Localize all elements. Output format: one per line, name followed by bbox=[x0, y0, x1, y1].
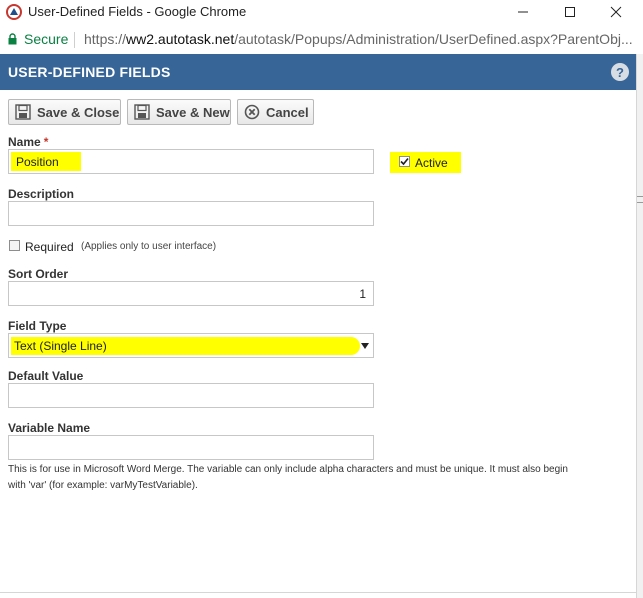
sort-order-label: Sort Order bbox=[8, 267, 69, 281]
window-title: User-Defined Fields - Google Chrome bbox=[28, 4, 247, 19]
required-label: Required bbox=[25, 240, 74, 254]
name-label: Name * bbox=[8, 135, 48, 149]
name-value: Position bbox=[16, 155, 59, 169]
url-scheme: https:// bbox=[84, 31, 127, 47]
lock-icon bbox=[8, 33, 17, 45]
edge-mark bbox=[637, 196, 643, 197]
required-marker: * bbox=[43, 135, 49, 149]
description-label: Description bbox=[8, 187, 75, 201]
edge-mark bbox=[637, 202, 643, 203]
page-header: USER-DEFINED FIELDS ? bbox=[0, 54, 636, 90]
description-input[interactable] bbox=[8, 201, 374, 226]
floppy-disk-icon bbox=[134, 104, 150, 120]
field-type-select[interactable]: Text (Single Line) bbox=[8, 333, 374, 358]
minimize-button[interactable] bbox=[500, 0, 546, 24]
cancel-button[interactable]: Cancel bbox=[237, 99, 314, 125]
page-title: USER-DEFINED FIELDS bbox=[8, 64, 171, 80]
url-path: /autotask/Popups/Administration/UserDefi… bbox=[234, 31, 633, 47]
address-separator bbox=[74, 32, 75, 48]
help-icon[interactable]: ? bbox=[611, 63, 629, 81]
address-bar[interactable]: Secure https://ww2.autotask.net/autotask… bbox=[0, 24, 643, 55]
checkmark-icon bbox=[400, 157, 409, 166]
variable-name-label: Variable Name bbox=[8, 421, 91, 435]
save-new-label: Save & New bbox=[156, 104, 230, 120]
field-type-label: Field Type bbox=[8, 319, 67, 333]
save-new-button[interactable]: Save & New bbox=[127, 99, 231, 125]
browser-title-bar: User-Defined Fields - Google Chrome bbox=[0, 0, 643, 24]
cancel-label: Cancel bbox=[266, 104, 309, 120]
autotask-app-icon bbox=[6, 4, 22, 20]
active-checkbox[interactable] bbox=[399, 156, 410, 167]
cancel-circle-icon bbox=[244, 104, 260, 120]
variable-name-input[interactable] bbox=[8, 435, 374, 460]
toolbar: Save & Close Save & New Cancel bbox=[0, 90, 636, 132]
required-checkbox[interactable] bbox=[9, 240, 20, 251]
field-type-value: Text (Single Line) bbox=[14, 339, 107, 353]
name-label-text: Name bbox=[8, 135, 41, 149]
close-icon bbox=[610, 6, 622, 18]
sort-order-input[interactable]: 1 bbox=[8, 281, 374, 306]
default-value-label: Default Value bbox=[8, 369, 84, 383]
name-input[interactable]: Position bbox=[8, 149, 374, 174]
url-domain: ww2.autotask.net bbox=[126, 31, 235, 47]
maximize-button[interactable] bbox=[547, 0, 593, 24]
default-value-input[interactable] bbox=[8, 383, 374, 408]
secure-label: Secure bbox=[24, 31, 69, 47]
save-close-button[interactable]: Save & Close bbox=[8, 99, 121, 125]
caret-down-icon[interactable] bbox=[361, 343, 369, 349]
sort-order-value: 1 bbox=[359, 287, 366, 301]
page-scroll-edge bbox=[636, 54, 643, 598]
save-close-label: Save & Close bbox=[37, 104, 120, 120]
floppy-disk-icon bbox=[15, 104, 31, 120]
bottom-divider bbox=[0, 592, 636, 593]
active-label: Active bbox=[415, 156, 448, 170]
minimize-icon bbox=[518, 11, 528, 13]
variable-note: This is for use in Microsoft Word Merge.… bbox=[8, 464, 568, 491]
maximize-icon bbox=[565, 7, 575, 17]
url-text[interactable]: https://ww2.autotask.net/autotask/Popups… bbox=[84, 31, 639, 47]
close-window-button[interactable] bbox=[593, 0, 639, 24]
required-note: (Applies only to user interface) bbox=[81, 241, 217, 252]
